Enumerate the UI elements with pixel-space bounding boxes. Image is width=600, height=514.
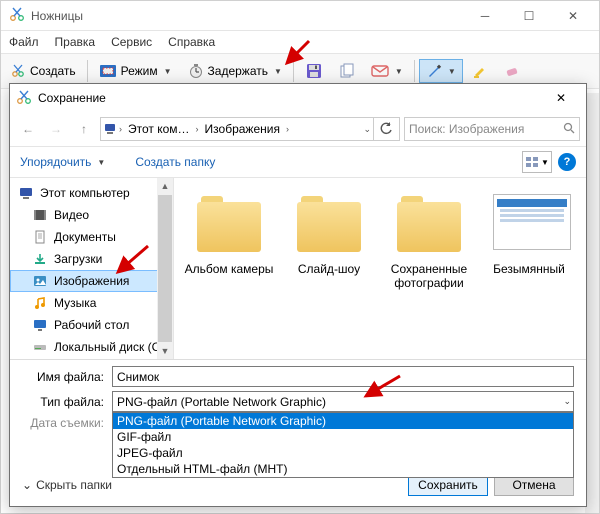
menu-service[interactable]: Сервис [111, 35, 152, 49]
new-snip-button[interactable]: Создать [3, 59, 83, 83]
chevron-down-icon: ▼ [164, 67, 172, 76]
sidebar-item-drive-c[interactable]: Локальный диск (C:) [10, 336, 173, 358]
folder-item[interactable]: Слайд-шоу [284, 194, 374, 276]
menubar: Файл Правка Сервис Справка [1, 31, 599, 53]
chevron-down-icon: ▼ [448, 67, 456, 76]
hide-folders-button[interactable]: ⌄Скрыть папки [22, 478, 112, 492]
view-button[interactable]: ▼ [522, 151, 552, 173]
chevron-down-icon: ⌄ [563, 396, 571, 407]
document-icon [32, 229, 48, 245]
pc-icon [18, 185, 34, 201]
mode-button[interactable]: Режим ▼ [92, 60, 179, 82]
music-icon [32, 295, 48, 311]
chevron-down-icon: ▼ [395, 67, 403, 76]
search-input[interactable]: Поиск: Изображения [404, 117, 580, 141]
date-label: Дата съемки: [22, 416, 112, 430]
save-button[interactable] [298, 58, 330, 84]
dialog-footer: Имя файла: Тип файла: PNG-файл (Portable… [10, 359, 586, 506]
download-icon [32, 251, 48, 267]
chevron-down-icon: ▼ [274, 67, 282, 76]
desktop-icon [32, 317, 48, 333]
filename-label: Имя файла: [22, 370, 112, 384]
pc-icon [103, 121, 117, 138]
search-icon [563, 122, 575, 137]
file-item-image[interactable]: Безымянный [484, 194, 574, 276]
nav-up-button[interactable]: ↑ [72, 117, 96, 141]
sidebar-item-downloads[interactable]: Загрузки [10, 248, 173, 270]
eraser-button[interactable] [497, 60, 527, 82]
new-folder-button[interactable]: Создать папку [135, 155, 215, 169]
main-scrollbar[interactable] [585, 93, 599, 513]
maximize-button[interactable]: ☐ [507, 1, 551, 30]
scissors-icon [16, 89, 32, 108]
sidebar-item-desktop[interactable]: Рабочий стол [10, 314, 173, 336]
menu-file[interactable]: Файл [9, 35, 39, 49]
delay-button[interactable]: Задержать ▼ [181, 59, 289, 83]
sidebar-scrollbar[interactable]: ▲▼ [157, 178, 173, 359]
nav-forward-button[interactable]: → [44, 117, 68, 141]
nav-back-button[interactable]: ← [16, 117, 40, 141]
filetype-label: Тип файла: [22, 395, 112, 409]
file-view[interactable]: Альбом камеры Слайд-шоу Сохраненные фото… [174, 178, 586, 359]
drive-icon [32, 339, 48, 355]
chevron-down-icon[interactable]: ⌄ [363, 124, 371, 135]
help-button[interactable]: ? [558, 153, 576, 171]
dialog-title: Сохранение [38, 91, 542, 105]
video-icon [32, 207, 48, 223]
save-dialog: Сохранение ✕ ← → ↑ › Этот ком… › Изображ… [9, 83, 587, 507]
refresh-button[interactable] [373, 117, 397, 141]
folder-item[interactable]: Сохраненные фотографии [384, 194, 474, 290]
sidebar: Этот компьютер Видео Документы Загрузки … [10, 178, 174, 359]
sidebar-item-video[interactable]: Видео [10, 204, 173, 226]
breadcrumb[interactable]: › Этот ком… › Изображения › ⌄ [100, 117, 400, 141]
sidebar-item-documents[interactable]: Документы [10, 226, 173, 248]
filetype-option[interactable]: GIF-файл [113, 429, 573, 445]
filetype-combobox[interactable]: PNG-файл (Portable Network Graphic) ⌄ [112, 391, 574, 412]
filetype-option[interactable]: Отдельный HTML-файл (MHT) [113, 461, 573, 477]
sidebar-item-images[interactable]: Изображения [10, 270, 173, 292]
filename-input[interactable] [112, 366, 574, 387]
scissors-icon [9, 6, 25, 25]
minimize-button[interactable]: ─ [463, 1, 507, 30]
snipping-tool-window: Ножницы ─ ☐ ✕ Файл Правка Сервис Справка… [0, 0, 600, 514]
mail-button[interactable]: ▼ [364, 60, 410, 82]
chevron-down-icon: ⌄ [22, 478, 32, 492]
titlebar: Ножницы ─ ☐ ✕ [1, 1, 599, 31]
organize-button[interactable]: Упорядочить ▼ [20, 155, 105, 169]
menu-help[interactable]: Справка [168, 35, 215, 49]
filetype-option[interactable]: PNG-файл (Portable Network Graphic) [113, 413, 573, 429]
folder-item[interactable]: Альбом камеры [184, 194, 274, 276]
window-title: Ножницы [31, 9, 463, 23]
pictures-icon [32, 273, 48, 289]
close-button[interactable]: ✕ [551, 1, 595, 30]
highlighter-button[interactable] [465, 59, 495, 83]
sidebar-root[interactable]: Этот компьютер [10, 182, 173, 204]
pen-button[interactable]: ▼ [419, 59, 463, 83]
filetype-dropdown[interactable]: PNG-файл (Portable Network Graphic) GIF-… [112, 412, 574, 478]
filetype-option[interactable]: JPEG-файл [113, 445, 573, 461]
dialog-close-button[interactable]: ✕ [542, 86, 580, 110]
sidebar-item-music[interactable]: Музыка [10, 292, 173, 314]
menu-edit[interactable]: Правка [55, 35, 96, 49]
copy-button[interactable] [332, 59, 362, 83]
